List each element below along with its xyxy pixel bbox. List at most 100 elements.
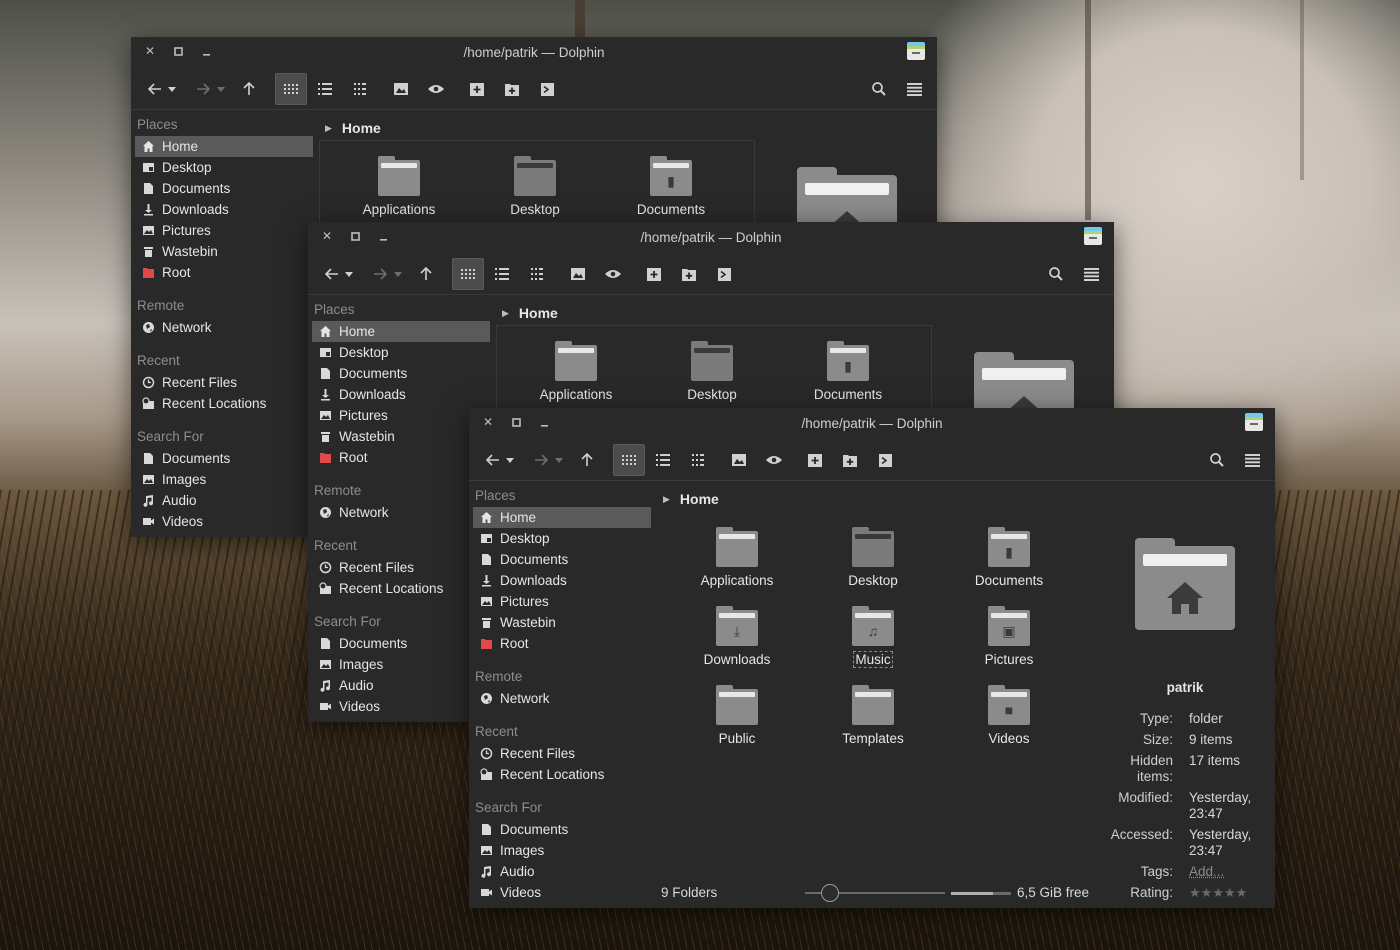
sidebar-item-places-documents[interactable]: Documents — [135, 178, 313, 199]
new-window-button[interactable] — [799, 444, 831, 476]
sidebar-item-places-home[interactable]: Home — [135, 136, 313, 157]
breadcrumb-home[interactable]: Home — [342, 120, 381, 136]
sidebar-item-search-for-videos[interactable]: Videos — [312, 696, 490, 717]
sidebar-item-places-downloads[interactable]: Downloads — [312, 384, 490, 405]
icons-view-button[interactable] — [275, 73, 307, 105]
sidebar-item-places-root[interactable]: Root — [473, 633, 651, 654]
breadcrumb-arrow-icon[interactable]: ▶ — [663, 494, 670, 505]
sidebar-item-places-root[interactable]: Root — [135, 262, 313, 283]
file-view[interactable]: ▶ Home Applications Desktop ▮ Documents ⤓ Downl… — [655, 481, 1095, 908]
breadcrumb[interactable]: ▶ Home — [325, 120, 381, 136]
search-button[interactable] — [863, 73, 895, 105]
sidebar-item-recent-recent-files[interactable]: Recent Files — [312, 557, 490, 578]
folder-item[interactable]: ▮ Documents — [949, 527, 1069, 588]
sidebar-item-places-pictures[interactable]: Pictures — [135, 220, 313, 241]
star-icon[interactable]: ★ — [1189, 885, 1201, 900]
hamburger-menu-button[interactable] — [1075, 258, 1107, 290]
rating-stars[interactable]: ★★★★★ — [1189, 885, 1247, 901]
sidebar-item-places-wastebin[interactable]: Wastebin — [312, 426, 490, 447]
breadcrumb-home[interactable]: Home — [680, 491, 719, 507]
details-view-button[interactable] — [486, 258, 518, 290]
sidebar-item-places-desktop[interactable]: Desktop — [135, 157, 313, 178]
star-icon[interactable]: ★ — [1201, 885, 1213, 900]
sidebar-item-places-desktop[interactable]: Desktop — [473, 528, 651, 549]
sidebar-item-remote-network[interactable]: Network — [312, 502, 490, 523]
forward-history-dropdown[interactable] — [552, 444, 566, 476]
new-folder-button[interactable] — [496, 73, 528, 105]
preview-toggle-button[interactable] — [562, 258, 594, 290]
back-history-dropdown[interactable] — [503, 444, 517, 476]
show-hidden-files-button[interactable] — [758, 444, 790, 476]
folder-item[interactable]: Public — [677, 685, 797, 746]
back-history-dropdown[interactable] — [165, 73, 179, 105]
compact-view-button[interactable] — [682, 444, 714, 476]
forward-history-dropdown[interactable] — [391, 258, 405, 290]
star-icon[interactable]: ★ — [1236, 885, 1248, 900]
dolphin-window-front[interactable]: ✕/home/patrik — Dolphin Places Home Desktop… — [469, 408, 1275, 908]
zoom-slider-handle[interactable] — [820, 884, 839, 902]
search-button[interactable] — [1040, 258, 1072, 290]
title-bar[interactable]: ✕/home/patrik — Dolphin — [131, 37, 937, 67]
sidebar-item-remote-network[interactable]: Network — [135, 317, 313, 338]
dolphin-app-icon[interactable] — [907, 42, 925, 60]
icons-view-button[interactable] — [452, 258, 484, 290]
compact-view-button[interactable] — [521, 258, 553, 290]
sidebar-item-recent-recent-files[interactable]: Recent Files — [473, 743, 651, 764]
sidebar-item-recent-recent-files[interactable]: Recent Files — [135, 372, 313, 393]
dolphin-app-icon[interactable] — [1084, 227, 1102, 245]
new-window-button[interactable] — [461, 73, 493, 105]
sidebar-item-search-for-images[interactable]: Images — [473, 840, 651, 861]
sidebar-item-recent-recent-locations[interactable]: Recent Locations — [473, 764, 651, 785]
search-button[interactable] — [1201, 444, 1233, 476]
up-button[interactable] — [410, 258, 442, 290]
folder-item[interactable]: Desktop — [813, 527, 933, 588]
sidebar-item-search-for-documents[interactable]: Documents — [312, 633, 490, 654]
sidebar-item-search-for-audio[interactable]: Audio — [473, 861, 651, 882]
terminal-button[interactable] — [869, 444, 901, 476]
sidebar-item-places-downloads[interactable]: Downloads — [135, 199, 313, 220]
new-folder-button[interactable] — [834, 444, 866, 476]
sidebar-item-recent-recent-locations[interactable]: Recent Locations — [135, 393, 313, 414]
folder-item[interactable]: Templates — [813, 685, 933, 746]
terminal-button[interactable] — [708, 258, 740, 290]
preview-toggle-button[interactable] — [385, 73, 417, 105]
title-bar[interactable]: ✕/home/patrik — Dolphin — [469, 408, 1275, 438]
terminal-button[interactable] — [531, 73, 563, 105]
folder-item[interactable]: ⤓ Downloads — [677, 606, 797, 667]
up-button[interactable] — [571, 444, 603, 476]
sidebar-item-places-home[interactable]: Home — [473, 507, 651, 528]
star-icon[interactable]: ★ — [1212, 885, 1224, 900]
sidebar-item-places-downloads[interactable]: Downloads — [473, 570, 651, 591]
folder-item[interactable]: ■ Videos — [949, 685, 1069, 746]
icons-view-button[interactable] — [613, 444, 645, 476]
show-hidden-files-button[interactable] — [420, 73, 452, 105]
folder-item[interactable]: ♫ Music — [813, 606, 933, 668]
sidebar-item-places-home[interactable]: Home — [312, 321, 490, 342]
sidebar-item-search-for-audio[interactable]: Audio — [312, 675, 490, 696]
sidebar-item-places-pictures[interactable]: Pictures — [312, 405, 490, 426]
breadcrumb[interactable]: ▶ Home — [502, 305, 558, 321]
sidebar-item-search-for-images[interactable]: Images — [312, 654, 490, 675]
sidebar-item-places-pictures[interactable]: Pictures — [473, 591, 651, 612]
sidebar-item-search-for-videos[interactable]: Videos — [473, 882, 651, 903]
details-view-button[interactable] — [647, 444, 679, 476]
forward-history-dropdown[interactable] — [214, 73, 228, 105]
star-icon[interactable]: ★ — [1224, 885, 1236, 900]
dolphin-app-icon[interactable] — [1245, 413, 1263, 431]
sidebar-item-search-for-documents[interactable]: Documents — [135, 448, 313, 469]
new-folder-button[interactable] — [673, 258, 705, 290]
sidebar-item-recent-recent-locations[interactable]: Recent Locations — [312, 578, 490, 599]
title-bar[interactable]: ✕/home/patrik — Dolphin — [308, 222, 1114, 252]
breadcrumb-arrow-icon[interactable]: ▶ — [325, 123, 332, 134]
folder-item[interactable]: Applications — [677, 527, 797, 588]
breadcrumb[interactable]: ▶ Home — [663, 491, 719, 507]
sidebar-item-search-for-documents[interactable]: Documents — [473, 819, 651, 840]
details-view-button[interactable] — [309, 73, 341, 105]
sidebar-item-search-for-images[interactable]: Images — [135, 469, 313, 490]
folder-item[interactable]: ▣ Pictures — [949, 606, 1069, 667]
sidebar-item-places-desktop[interactable]: Desktop — [312, 342, 490, 363]
sidebar-item-places-wastebin[interactable]: Wastebin — [135, 241, 313, 262]
hamburger-menu-button[interactable] — [898, 73, 930, 105]
back-history-dropdown[interactable] — [342, 258, 356, 290]
show-hidden-files-button[interactable] — [597, 258, 629, 290]
